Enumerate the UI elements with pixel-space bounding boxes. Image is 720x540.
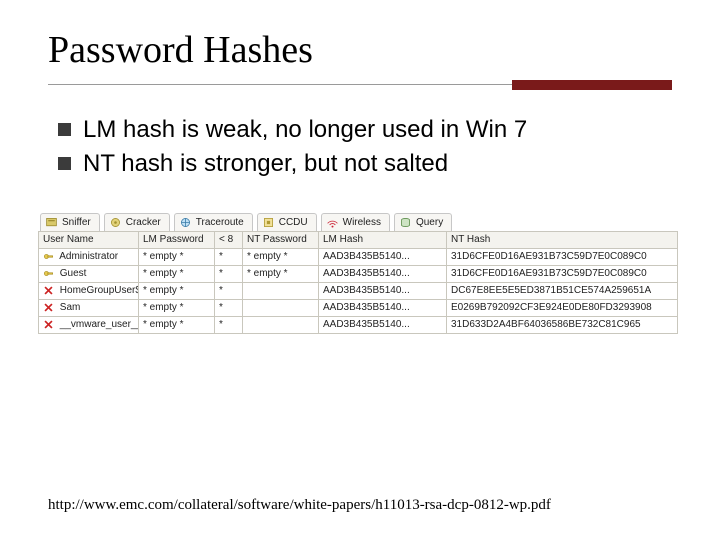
cell-text: __vmware_user__ bbox=[60, 319, 139, 330]
cell-ntpw: * empty * bbox=[243, 248, 319, 265]
tab-cracker[interactable]: Cracker bbox=[104, 213, 170, 231]
cell-ntpw bbox=[243, 282, 319, 299]
table-body: Administrator * empty * * * empty * AAD3… bbox=[39, 248, 678, 333]
bullet-text: NT hash is stronger, but not salted bbox=[83, 148, 448, 180]
hash-table: User Name LM Password < 8 NT Password LM… bbox=[38, 231, 678, 334]
cell-lmhash: AAD3B435B5140... bbox=[319, 265, 447, 282]
x-icon bbox=[43, 285, 54, 296]
cell-lt8: * bbox=[215, 265, 243, 282]
tab-query[interactable]: Query bbox=[394, 213, 452, 231]
cell-nthash: 31D6CFE0D16AE931B73C59D7E0C089C0 bbox=[447, 265, 678, 282]
cell-user: Guest bbox=[39, 265, 139, 282]
slide-title: Password Hashes bbox=[48, 28, 672, 72]
query-icon bbox=[399, 216, 412, 229]
wireless-icon bbox=[326, 216, 339, 229]
x-icon bbox=[43, 319, 54, 330]
cell-nthash: 31D6CFE0D16AE931B73C59D7E0C089C0 bbox=[447, 248, 678, 265]
cell-lt8: * bbox=[215, 299, 243, 316]
bullet-item: LM hash is weak, no longer used in Win 7 bbox=[58, 114, 672, 146]
bullet-icon bbox=[58, 157, 71, 170]
tab-bar: Sniffer Cracker Traceroute CCDU bbox=[38, 211, 678, 231]
tab-sniffer[interactable]: Sniffer bbox=[40, 213, 100, 231]
bullet-icon bbox=[58, 123, 71, 136]
cell-lmpw: * empty * bbox=[139, 299, 215, 316]
col-lt8[interactable]: < 8 bbox=[215, 231, 243, 248]
cell-lmpw: * empty * bbox=[139, 282, 215, 299]
cell-user: __vmware_user__ bbox=[39, 316, 139, 333]
tab-label: Wireless bbox=[343, 217, 381, 228]
tab-traceroute[interactable]: Traceroute bbox=[174, 213, 253, 231]
traceroute-icon bbox=[179, 216, 192, 229]
col-lmhash[interactable]: LM Hash bbox=[319, 231, 447, 248]
cracker-icon bbox=[109, 216, 122, 229]
title-rule bbox=[48, 78, 672, 92]
table-row[interactable]: HomeGroupUser$ * empty * * AAD3B435B5140… bbox=[39, 282, 678, 299]
cell-text: HomeGroupUser$ bbox=[60, 285, 139, 296]
tab-wireless[interactable]: Wireless bbox=[321, 213, 390, 231]
sniffer-icon bbox=[45, 216, 58, 229]
app-screenshot: Sniffer Cracker Traceroute CCDU bbox=[38, 211, 678, 334]
cell-ntpw bbox=[243, 299, 319, 316]
col-lmpw[interactable]: LM Password bbox=[139, 231, 215, 248]
cell-text: Guest bbox=[60, 268, 87, 279]
bullet-item: NT hash is stronger, but not salted bbox=[58, 148, 672, 180]
col-user[interactable]: User Name bbox=[39, 231, 139, 248]
cell-lt8: * bbox=[215, 316, 243, 333]
tab-label: Sniffer bbox=[62, 217, 91, 228]
cell-ntpw bbox=[243, 316, 319, 333]
cell-lmpw: * empty * bbox=[139, 248, 215, 265]
table-header-row: User Name LM Password < 8 NT Password LM… bbox=[39, 231, 678, 248]
x-icon bbox=[43, 302, 54, 313]
cell-lmhash: AAD3B435B5140... bbox=[319, 299, 447, 316]
cell-user: Sam bbox=[39, 299, 139, 316]
ccdu-icon bbox=[262, 216, 275, 229]
table-row[interactable]: Guest * empty * * * empty * AAD3B435B514… bbox=[39, 265, 678, 282]
cell-lmhash: AAD3B435B5140... bbox=[319, 248, 447, 265]
cell-nthash: E0269B792092CF3E924E0DE80FD3293908 bbox=[447, 299, 678, 316]
key-icon bbox=[43, 251, 54, 262]
col-ntpw[interactable]: NT Password bbox=[243, 231, 319, 248]
cell-text: Administrator bbox=[59, 251, 118, 262]
cell-lmhash: AAD3B435B5140... bbox=[319, 316, 447, 333]
cell-nthash: DC67E8EE5E5ED3871B51CE574A259651A bbox=[447, 282, 678, 299]
cell-lt8: * bbox=[215, 248, 243, 265]
cell-user: HomeGroupUser$ bbox=[39, 282, 139, 299]
cell-text: Sam bbox=[60, 302, 81, 313]
key-icon bbox=[43, 268, 54, 279]
tab-label: Query bbox=[416, 217, 443, 228]
bullet-text: LM hash is weak, no longer used in Win 7 bbox=[83, 114, 527, 146]
footer-link[interactable]: http://www.emc.com/collateral/software/w… bbox=[48, 497, 551, 514]
table-row[interactable]: Administrator * empty * * * empty * AAD3… bbox=[39, 248, 678, 265]
table-row[interactable]: Sam * empty * * AAD3B435B5140... E0269B7… bbox=[39, 299, 678, 316]
table-row[interactable]: __vmware_user__ * empty * * AAD3B435B514… bbox=[39, 316, 678, 333]
bullet-list: LM hash is weak, no longer used in Win 7… bbox=[58, 114, 672, 181]
tab-label: Traceroute bbox=[196, 217, 244, 228]
cell-nthash: 31D633D2A4BF64036586BE732C81C965 bbox=[447, 316, 678, 333]
col-nthash[interactable]: NT Hash bbox=[447, 231, 678, 248]
tab-ccdu[interactable]: CCDU bbox=[257, 213, 317, 231]
tab-label: Cracker bbox=[126, 217, 161, 228]
cell-lt8: * bbox=[215, 282, 243, 299]
cell-lmhash: AAD3B435B5140... bbox=[319, 282, 447, 299]
cell-lmpw: * empty * bbox=[139, 316, 215, 333]
cell-user: Administrator bbox=[39, 248, 139, 265]
slide: Password Hashes LM hash is weak, no long… bbox=[0, 0, 720, 540]
tab-label: CCDU bbox=[279, 217, 308, 228]
cell-ntpw: * empty * bbox=[243, 265, 319, 282]
cell-lmpw: * empty * bbox=[139, 265, 215, 282]
title-rule-thick bbox=[512, 80, 672, 90]
